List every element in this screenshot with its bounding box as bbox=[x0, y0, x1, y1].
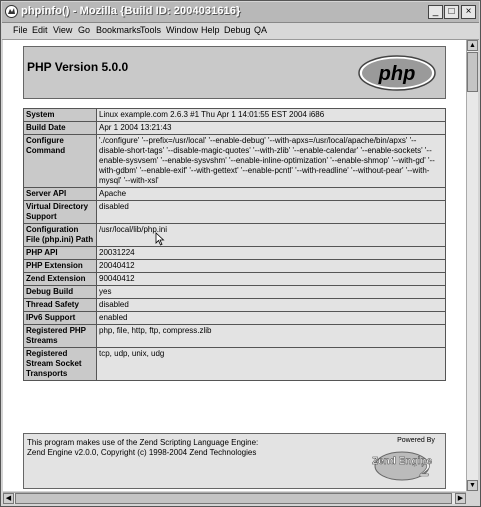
close-button[interactable]: × bbox=[461, 5, 476, 19]
info-key: Debug Build bbox=[23, 285, 97, 299]
mouse-cursor-icon bbox=[155, 232, 165, 246]
info-row: Thread Safety disabled bbox=[23, 298, 446, 312]
zend-footer: This program makes use of the Zend Scrip… bbox=[23, 433, 446, 489]
maximize-button[interactable]: □ bbox=[444, 5, 459, 19]
info-row: Virtual Directory Support disabled bbox=[23, 200, 446, 224]
info-value: /usr/local/lib/php.ini bbox=[96, 223, 446, 247]
info-row: Configure Command './configure' '--prefix… bbox=[23, 134, 446, 188]
info-row: Registered PHP Streams php, file, http, f… bbox=[23, 324, 446, 348]
info-key: Zend Extension bbox=[23, 272, 97, 286]
horizontal-scrollbar[interactable]: ◀ ▶ bbox=[3, 492, 466, 504]
menu-edit[interactable]: Edit bbox=[32, 25, 48, 35]
menu-qa[interactable]: QA bbox=[254, 25, 267, 35]
info-row: Registered Stream Socket Transports tcp, … bbox=[23, 347, 446, 381]
info-value: 20040412 bbox=[96, 259, 446, 273]
info-row: Configuration File (php.ini) Path/usr/lo… bbox=[23, 223, 446, 247]
info-value: enabled bbox=[96, 311, 446, 325]
info-key: PHP API bbox=[23, 246, 97, 260]
svg-text:Powered By: Powered By bbox=[397, 437, 435, 444]
scroll-down-arrow-icon[interactable]: ▼ bbox=[467, 480, 478, 491]
info-value: 20031224 bbox=[96, 246, 446, 260]
info-key: PHP Extension bbox=[23, 259, 97, 273]
browser-window: phpinfo() - Mozilla {Build ID: 200403161… bbox=[0, 0, 481, 507]
menu-view[interactable]: View bbox=[53, 25, 72, 35]
info-value: disabled bbox=[96, 298, 446, 312]
info-key: Build Date bbox=[23, 121, 97, 135]
info-value: Linux example.com 2.6.3 #1 Thu Apr 1 14:… bbox=[96, 108, 446, 122]
zend-engine-logo: Powered By Zend Engine 2 bbox=[372, 437, 436, 481]
info-key: System bbox=[23, 108, 97, 122]
php-version-title: PHP Version 5.0.0 bbox=[27, 60, 129, 74]
vertical-scrollbar[interactable]: ▲ ▼ bbox=[466, 40, 478, 491]
menu-debug[interactable]: Debug bbox=[224, 25, 251, 35]
zend-footer-line2: Zend Engine v2.0.0, Copyright (c) 1998-2… bbox=[27, 448, 257, 457]
svg-text:php: php bbox=[378, 63, 416, 85]
scrollbar-corner bbox=[466, 492, 478, 504]
title-bar[interactable]: phpinfo() - Mozilla {Build ID: 200403161… bbox=[2, 2, 479, 23]
window-title: phpinfo() - Mozilla {Build ID: 200403161… bbox=[21, 5, 241, 17]
info-key: Configure Command bbox=[23, 134, 97, 188]
scroll-up-arrow-icon[interactable]: ▲ bbox=[467, 40, 478, 51]
menu-go[interactable]: Go bbox=[78, 25, 90, 35]
zend-footer-line1: This program makes use of the Zend Scrip… bbox=[27, 438, 259, 447]
info-value: disabled bbox=[96, 200, 446, 224]
vertical-scroll-thumb[interactable] bbox=[467, 52, 478, 92]
info-value: tcp, udp, unix, udg bbox=[96, 347, 446, 381]
info-key: Server API bbox=[23, 187, 97, 201]
info-row: Zend Extension 90040412 bbox=[23, 272, 446, 286]
info-key: Virtual Directory Support bbox=[23, 200, 97, 224]
menu-bookmarks[interactable]: Bookmarks bbox=[96, 25, 141, 35]
info-value: php, file, http, ftp, compress.zlib bbox=[96, 324, 446, 348]
info-value: Apr 1 2004 13:21:43 bbox=[96, 121, 446, 135]
menu-help[interactable]: Help bbox=[201, 25, 220, 35]
scroll-right-arrow-icon[interactable]: ▶ bbox=[455, 493, 466, 504]
menu-tools[interactable]: Tools bbox=[140, 25, 161, 35]
mozilla-icon bbox=[5, 5, 18, 18]
info-value: 90040412 bbox=[96, 272, 446, 286]
menu-bar: File Edit View Go Bookmarks Tools Window… bbox=[2, 23, 479, 40]
menu-window[interactable]: Window bbox=[166, 25, 198, 35]
info-row: Build Date Apr 1 2004 13:21:43 bbox=[23, 121, 446, 135]
php-header: PHP Version 5.0.0 php bbox=[23, 46, 446, 99]
info-row: PHP Extension 20040412 bbox=[23, 259, 446, 273]
menu-file[interactable]: File bbox=[13, 25, 28, 35]
info-row: Server API Apache bbox=[23, 187, 446, 201]
info-key: Registered Stream Socket Transports bbox=[23, 347, 97, 381]
info-key: IPv6 Support bbox=[23, 311, 97, 325]
info-key: Thread Safety bbox=[23, 298, 97, 312]
info-value: Apache bbox=[96, 187, 446, 201]
info-key: Configuration File (php.ini) Path bbox=[23, 223, 97, 247]
info-row: PHP API 20031224 bbox=[23, 246, 446, 260]
page-content: PHP Version 5.0.0 php System Linux exampl… bbox=[3, 40, 466, 491]
info-key: Registered PHP Streams bbox=[23, 324, 97, 348]
svg-text:2: 2 bbox=[419, 459, 430, 481]
horizontal-scroll-thumb[interactable] bbox=[15, 493, 452, 504]
info-row: IPv6 Support enabled bbox=[23, 311, 446, 325]
info-row: System Linux example.com 2.6.3 #1 Thu Apr… bbox=[23, 108, 446, 122]
info-value: yes bbox=[96, 285, 446, 299]
scroll-left-arrow-icon[interactable]: ◀ bbox=[3, 493, 14, 504]
info-value: './configure' '--prefix=/usr/local' '--e… bbox=[96, 134, 446, 188]
minimize-button[interactable]: _ bbox=[428, 5, 443, 19]
php-logo: php bbox=[358, 55, 436, 91]
info-row: Debug Build yes bbox=[23, 285, 446, 299]
php-info-table: System Linux example.com 2.6.3 #1 Thu Apr… bbox=[23, 108, 446, 381]
